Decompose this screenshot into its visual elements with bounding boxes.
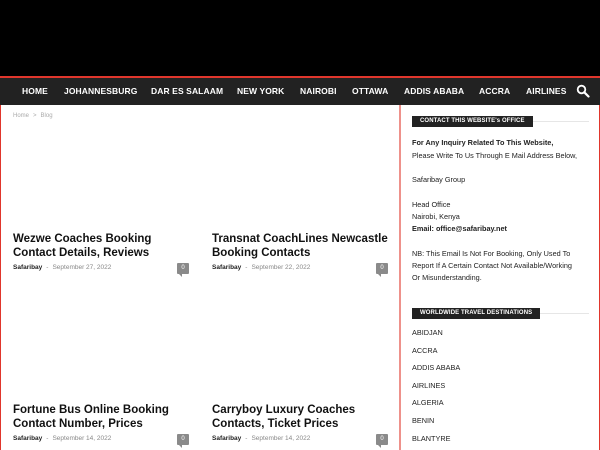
post-title-line: Carryboy Luxury Coaches xyxy=(212,404,356,416)
comment-count-badge[interactable]: 0 xyxy=(177,263,189,277)
sidebar-divider xyxy=(399,105,401,450)
post-date: September 27, 2022 xyxy=(52,264,112,271)
post-thumbnail[interactable] xyxy=(13,290,189,400)
office-location: Nairobi, Kenya xyxy=(412,212,460,221)
breadcrumb: Home > Blog xyxy=(13,113,53,119)
post-title[interactable]: Wezwe Coaches Booking Contact Details, R… xyxy=(13,232,151,260)
post-date: September 22, 2022 xyxy=(251,264,311,271)
post-meta: Safaribay - September 22, 2022 xyxy=(212,264,310,271)
search-icon[interactable] xyxy=(576,84,590,98)
destination-link[interactable]: AIRLINES xyxy=(412,381,445,390)
nav-item-johannesburg[interactable]: JOHANNESBURG xyxy=(64,78,137,105)
post-title-line: Transnat CoachLines Newcastle xyxy=(212,233,388,245)
meta-dash: - xyxy=(245,435,248,442)
post-thumbnail[interactable] xyxy=(212,126,388,230)
meta-dash: - xyxy=(46,264,49,271)
nav-item-home[interactable]: HOME xyxy=(22,78,48,105)
email-line: Email: office@safaribay.net xyxy=(412,224,507,233)
site-header xyxy=(0,0,600,76)
comment-count-badge[interactable]: 0 xyxy=(376,434,388,448)
nav-item-ottawa[interactable]: OTTAWA xyxy=(352,78,388,105)
post-author[interactable]: Safaribay xyxy=(212,264,241,271)
contact-widget-title: CONTACT THIS WEBSITE's OFFICE xyxy=(412,116,533,127)
inquiry-text: For Any Inquiry Related To This Website, xyxy=(412,138,554,147)
inquiry-text: Please Write To Us Through E Mail Addres… xyxy=(412,151,578,160)
destination-link[interactable]: BENIN xyxy=(412,416,434,425)
note-text: Or Misunderstanding. xyxy=(412,273,482,282)
post-title[interactable]: Transnat CoachLines Newcastle Booking Co… xyxy=(212,232,388,260)
breadcrumb-current: Blog xyxy=(40,113,53,119)
post-title-line: Wezwe Coaches Booking xyxy=(13,233,152,245)
post-author[interactable]: Safaribay xyxy=(212,435,241,442)
nav-item-airlines[interactable]: AIRLINES xyxy=(526,78,566,105)
destination-link[interactable]: ACCRA xyxy=(412,346,438,355)
nav-item-dar-es-salaam[interactable]: DAR ES SALAAM xyxy=(151,78,223,105)
destination-link[interactable]: ADDIS ABABA xyxy=(412,363,460,372)
post-title-line: Booking Contacts xyxy=(212,247,311,259)
post-meta: Safaribay - September 14, 2022 xyxy=(13,435,111,442)
post-thumbnail[interactable] xyxy=(212,290,388,400)
post-date: September 14, 2022 xyxy=(251,435,311,442)
destinations-widget-title: WORLDWIDE TRAVEL DESTINATIONS xyxy=(412,308,541,319)
nav-item-accra[interactable]: ACCRA xyxy=(479,78,510,105)
destination-link[interactable]: ALGERIA xyxy=(412,398,444,407)
post-title-line: Contact Number, Prices xyxy=(13,418,143,430)
comment-count-badge[interactable]: 0 xyxy=(177,434,189,448)
post-author[interactable]: Safaribay xyxy=(13,435,42,442)
meta-dash: - xyxy=(245,264,248,271)
destination-link[interactable]: BLANTYRE xyxy=(412,434,451,443)
post-meta: Safaribay - September 14, 2022 xyxy=(212,435,310,442)
comment-count-badge[interactable]: 0 xyxy=(376,263,388,277)
nav-item-addis-ababa[interactable]: ADDIS ABABA xyxy=(404,78,464,105)
post-author[interactable]: Safaribay xyxy=(13,264,42,271)
meta-dash: - xyxy=(46,435,49,442)
note-text: NB: This Email Is Not For Booking, Only … xyxy=(412,249,571,258)
office-label: Head Office xyxy=(412,200,451,209)
post-meta: Safaribay - September 27, 2022 xyxy=(13,264,111,271)
nav-item-new-york[interactable]: NEW YORK xyxy=(237,78,284,105)
destination-link[interactable]: ABIDJAN xyxy=(412,328,443,337)
post-thumbnail[interactable] xyxy=(13,126,189,230)
main-nav: HOME JOHANNESBURG DAR ES SALAAM NEW YORK… xyxy=(0,78,600,105)
company-name: Safaribay Group xyxy=(412,175,466,184)
breadcrumb-separator: > xyxy=(33,113,37,119)
post-date: September 14, 2022 xyxy=(52,435,112,442)
post-title-line: Contact Details, Reviews xyxy=(13,247,150,259)
email-label: Email xyxy=(412,224,432,233)
post-title-line: Fortune Bus Online Booking xyxy=(13,404,169,416)
post-title[interactable]: Fortune Bus Online Booking Contact Numbe… xyxy=(13,403,169,431)
post-title[interactable]: Carryboy Luxury Coaches Contacts, Ticket… xyxy=(212,403,355,431)
email-colon: : xyxy=(431,224,434,233)
note-text: Report If A Certain Contact Not Availabl… xyxy=(412,261,572,270)
breadcrumb-home[interactable]: Home xyxy=(13,113,29,119)
email-address[interactable]: office@safaribay.net xyxy=(436,224,507,233)
nav-item-nairobi[interactable]: NAIROBI xyxy=(300,78,337,105)
post-title-line: Contacts, Ticket Prices xyxy=(212,418,339,430)
